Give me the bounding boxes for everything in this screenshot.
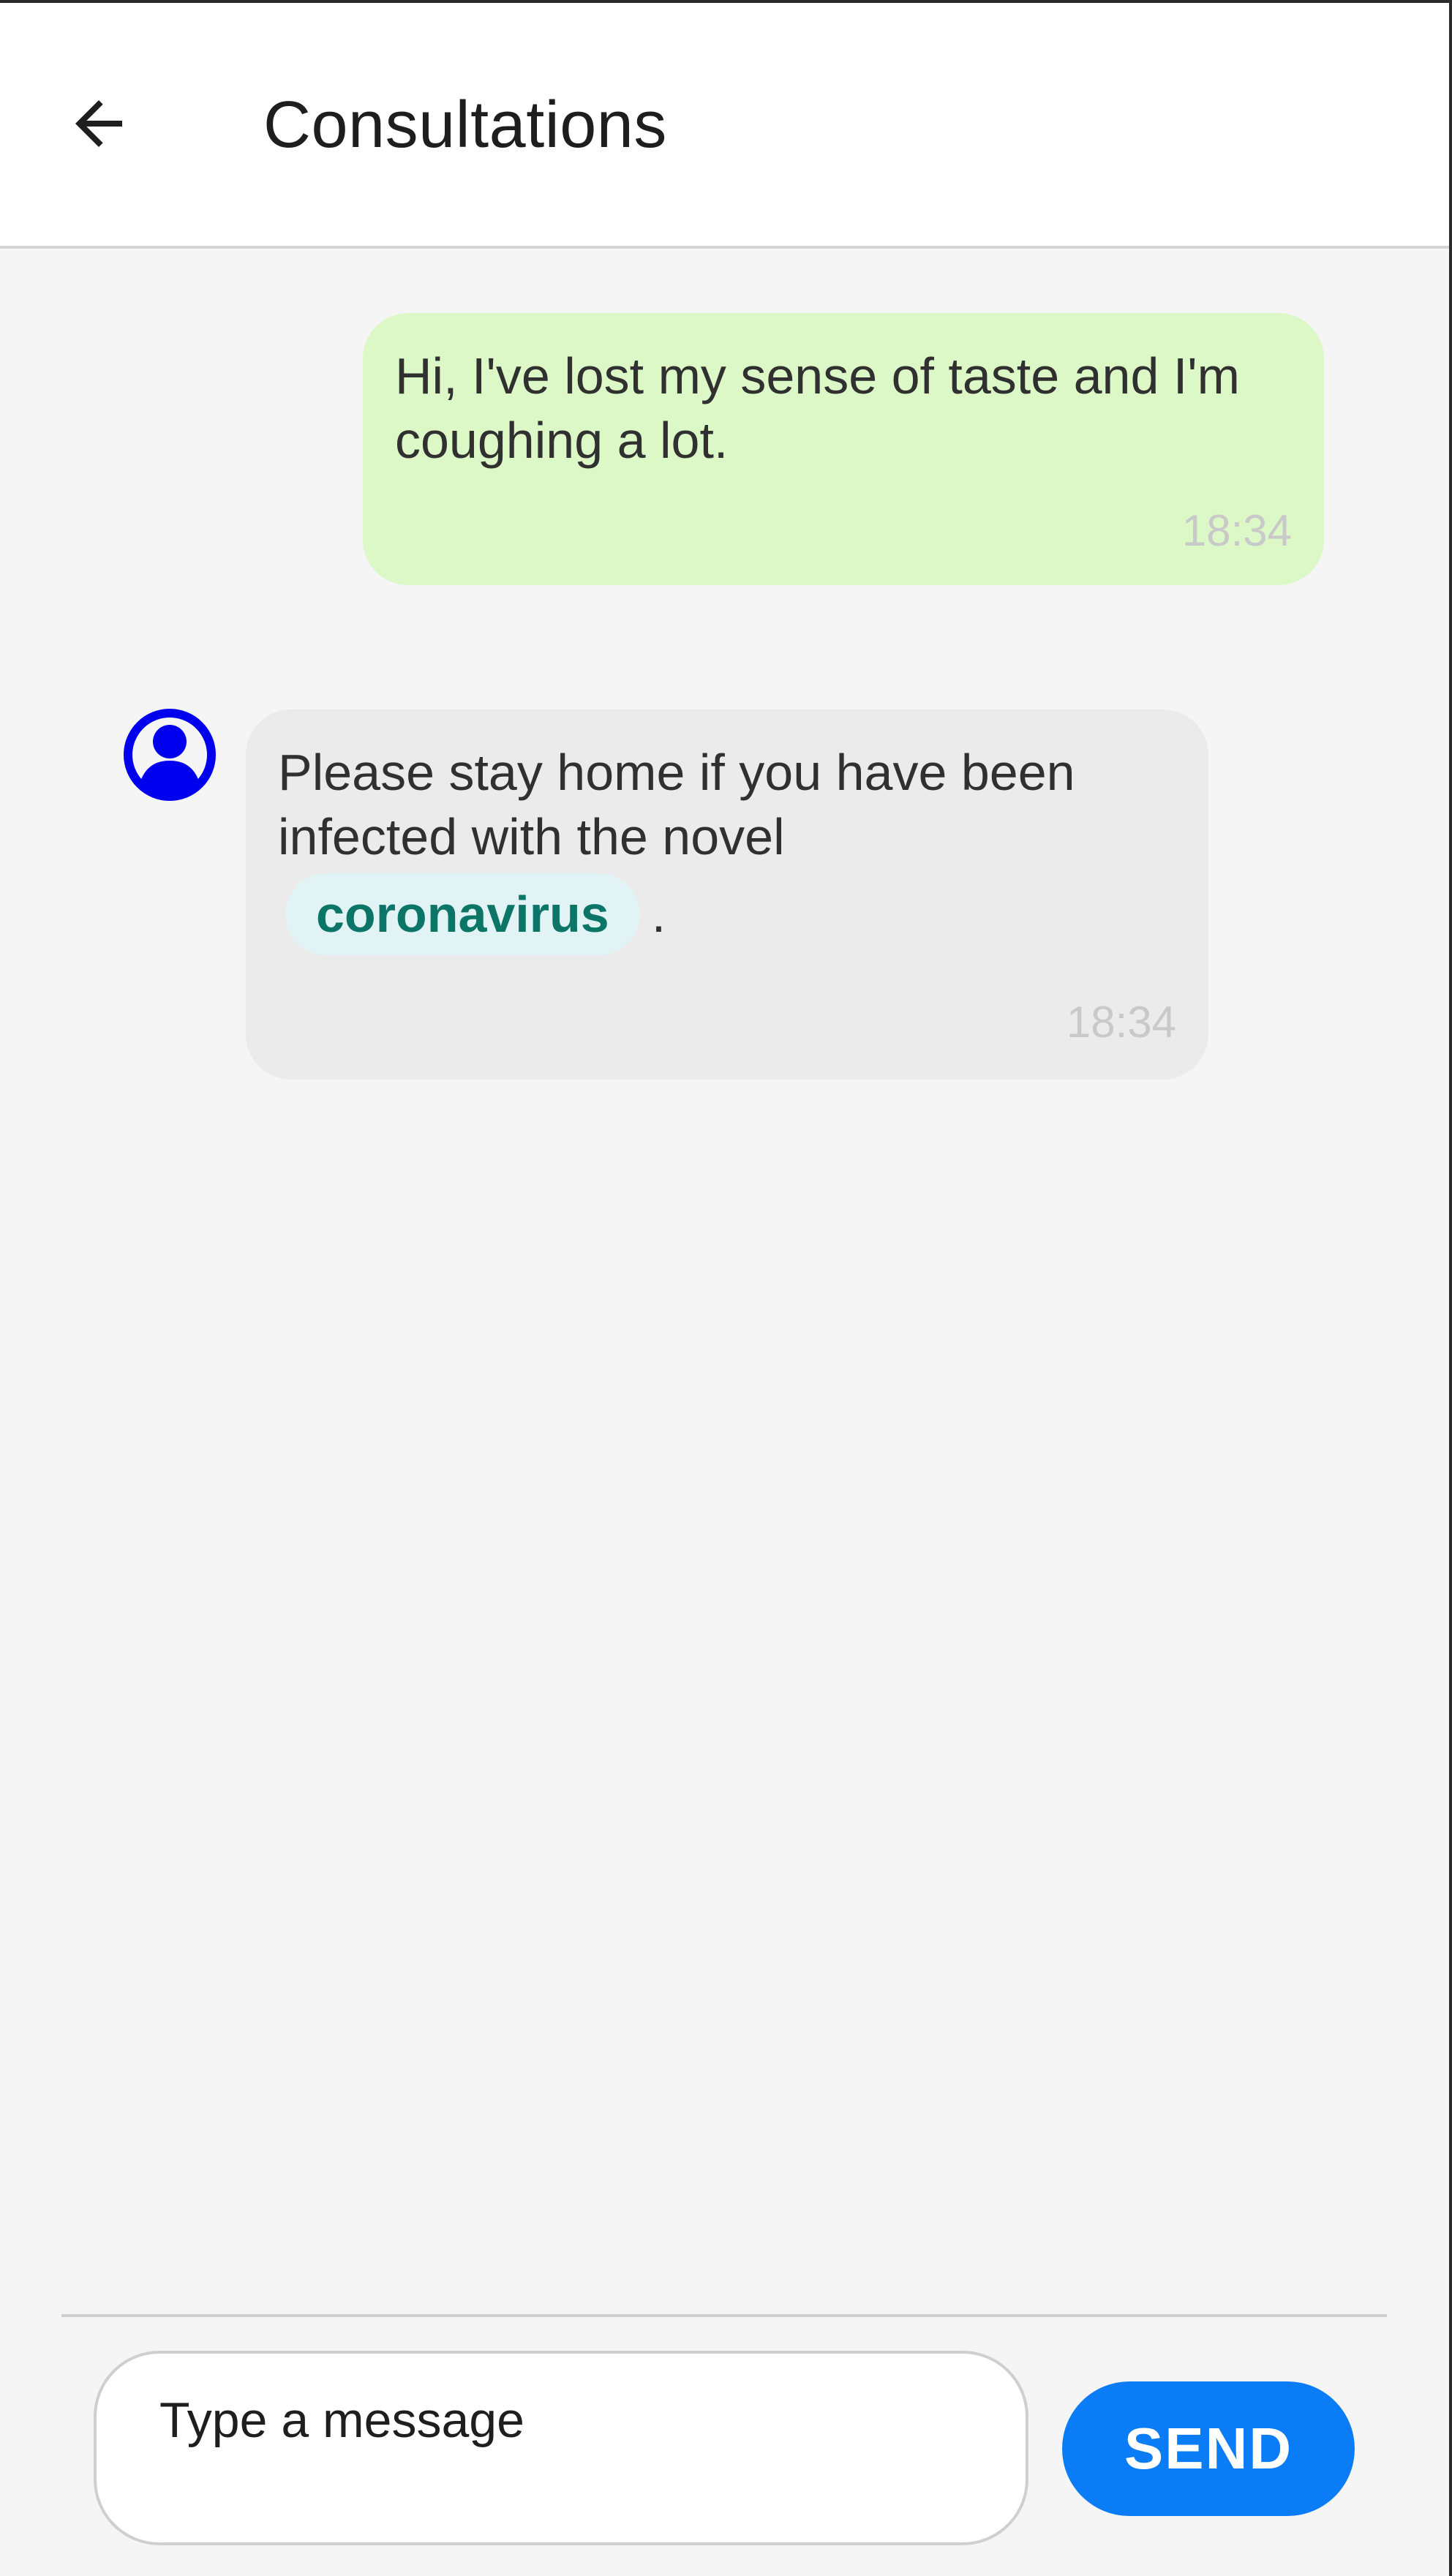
user-avatar-icon bbox=[123, 708, 217, 802]
consultations-screen: Consultations Hi, I've lost my sense of … bbox=[0, 0, 1452, 2576]
app-header: Consultations bbox=[0, 3, 1449, 249]
outgoing-message-text: Hi, I've lost my sense of taste and I'm … bbox=[395, 347, 1240, 469]
composer-divider bbox=[61, 2314, 1387, 2317]
send-button[interactable]: SEND bbox=[1062, 2381, 1355, 2516]
incoming-message-bubble: Please stay home if you have been infect… bbox=[246, 709, 1208, 1080]
window-border-right bbox=[1449, 0, 1452, 2576]
outgoing-message-bubble: Hi, I've lost my sense of taste and I'm … bbox=[363, 313, 1324, 585]
message-input[interactable] bbox=[94, 2351, 1028, 2545]
incoming-message-time: 18:34 bbox=[1066, 998, 1176, 1047]
chip-line: coronavirus . bbox=[278, 873, 1176, 955]
topic-chip-coronavirus[interactable]: coronavirus bbox=[285, 873, 640, 955]
chip-trailing-text: . bbox=[651, 886, 666, 943]
outgoing-message-time: 18:34 bbox=[1181, 506, 1292, 555]
arrow-left-icon bbox=[75, 100, 122, 147]
back-button[interactable] bbox=[59, 83, 139, 164]
incoming-message-text: Please stay home if you have been infect… bbox=[278, 744, 1075, 865]
page-title: Consultations bbox=[263, 88, 667, 162]
